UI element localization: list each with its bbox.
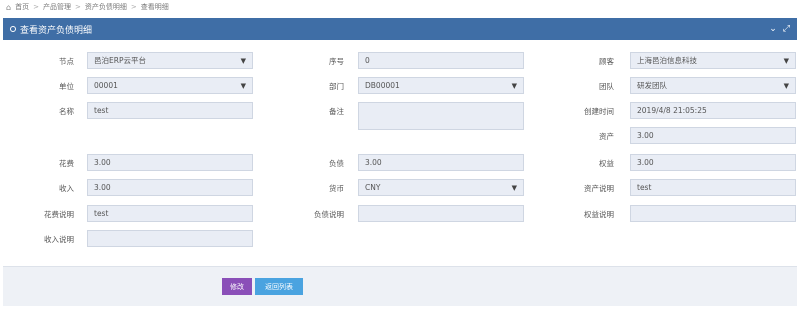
breadcrumb-current: 查看明细 xyxy=(140,3,169,11)
home-icon[interactable]: ⌂ xyxy=(6,3,11,12)
asset-field[interactable]: 3.00 xyxy=(630,127,796,144)
chevron-down-icon: ▼ xyxy=(511,81,517,90)
liability-label: 负债 xyxy=(329,159,344,168)
created-field[interactable]: 2019/4/8 21:05:25 xyxy=(630,102,796,119)
name-value: test xyxy=(94,106,109,115)
chevron-down-icon: ▼ xyxy=(783,56,789,65)
team-value: 研发团队 xyxy=(637,81,667,90)
collapse-icon[interactable]: ⌄ xyxy=(769,24,777,34)
equity-value: 3.00 xyxy=(637,158,654,167)
expense-desc-value: test xyxy=(94,209,109,218)
seq-field[interactable]: 0 xyxy=(358,52,524,69)
breadcrumb-home[interactable]: 首页 xyxy=(15,2,29,12)
created-label: 创建时间 xyxy=(584,107,614,116)
asset-desc-field[interactable]: test xyxy=(630,179,796,196)
expense-desc-label: 花费说明 xyxy=(44,210,74,219)
liability-field[interactable]: 3.00 xyxy=(358,154,524,171)
customer-label: 顾客 xyxy=(599,57,614,66)
chevron-down-icon: ▼ xyxy=(240,56,246,65)
breadcrumb-product[interactable]: 产品管理 xyxy=(43,2,71,12)
chevron-down-icon: ▼ xyxy=(240,81,246,90)
income-desc-field[interactable] xyxy=(87,230,253,247)
income-value: 3.00 xyxy=(94,183,111,192)
dept-select[interactable]: DB00001 ▼ xyxy=(358,77,524,94)
income-field[interactable]: 3.00 xyxy=(87,179,253,196)
node-select[interactable]: 邑泊ERP云平台 ▼ xyxy=(87,52,253,69)
asset-value: 3.00 xyxy=(637,131,654,140)
chevron-down-icon: ▼ xyxy=(783,81,789,90)
team-label: 团队 xyxy=(599,82,614,91)
equity-field[interactable]: 3.00 xyxy=(630,154,796,171)
edit-button[interactable]: 修改 xyxy=(222,278,252,295)
asset-label: 资产 xyxy=(599,132,614,141)
currency-value: CNY xyxy=(365,183,381,192)
action-bar xyxy=(3,266,797,306)
income-desc-label: 收入说明 xyxy=(44,235,74,244)
dept-value: DB00001 xyxy=(365,81,400,90)
dept-label: 部门 xyxy=(329,82,344,91)
unit-value: 00001 xyxy=(94,81,118,90)
name-field[interactable]: test xyxy=(87,102,253,119)
asset-desc-value: test xyxy=(637,183,652,192)
back-to-list-button[interactable]: 返回列表 xyxy=(255,278,303,295)
currency-label: 货币 xyxy=(329,184,344,193)
node-label: 节点 xyxy=(59,57,74,66)
currency-select[interactable]: CNY ▼ xyxy=(358,179,524,196)
chevron-down-icon: ▼ xyxy=(511,183,517,192)
remark-label: 备注 xyxy=(329,107,344,116)
seq-value: 0 xyxy=(365,56,370,65)
breadcrumb-detail[interactable]: 资产负债明细 xyxy=(85,2,127,12)
breadcrumb: ⌂ 首页 > 产品管理 > 资产负债明细 > 查看明细 xyxy=(0,0,800,14)
team-select[interactable]: 研发团队 ▼ xyxy=(630,77,796,94)
equity-desc-label: 权益说明 xyxy=(584,210,614,219)
customer-value: 上海邑泊信息科技 xyxy=(637,56,697,65)
node-value: 邑泊ERP云平台 xyxy=(94,56,146,65)
panel-title: 查看资产负债明细 xyxy=(20,25,93,36)
expense-value: 3.00 xyxy=(94,158,111,167)
expand-icon[interactable]: ⤢ xyxy=(783,24,790,34)
expense-desc-field[interactable]: test xyxy=(87,205,253,222)
breadcrumb-separator: > xyxy=(33,3,39,11)
income-label: 收入 xyxy=(59,184,74,193)
remark-textarea[interactable] xyxy=(358,102,524,130)
customer-select[interactable]: 上海邑泊信息科技 ▼ xyxy=(630,52,796,69)
asset-desc-label: 资产说明 xyxy=(584,184,614,193)
seq-label: 序号 xyxy=(329,57,344,66)
breadcrumb-separator: > xyxy=(130,3,137,11)
name-label: 名称 xyxy=(59,107,74,116)
equity-desc-field[interactable] xyxy=(630,205,796,222)
liability-desc-label: 负债说明 xyxy=(314,210,344,219)
breadcrumb-separator: > xyxy=(74,3,81,11)
panel-header: 查看资产负债明细 ⌄ ⤢ xyxy=(3,18,797,40)
created-value: 2019/4/8 21:05:25 xyxy=(637,106,707,115)
liability-value: 3.00 xyxy=(365,158,382,167)
unit-label: 单位 xyxy=(59,82,74,91)
unit-select[interactable]: 00001 ▼ xyxy=(87,77,253,94)
liability-desc-field[interactable] xyxy=(358,205,524,222)
panel-icon xyxy=(10,26,16,32)
expense-field[interactable]: 3.00 xyxy=(87,154,253,171)
equity-label: 权益 xyxy=(599,159,614,168)
expense-label: 花费 xyxy=(59,159,74,168)
